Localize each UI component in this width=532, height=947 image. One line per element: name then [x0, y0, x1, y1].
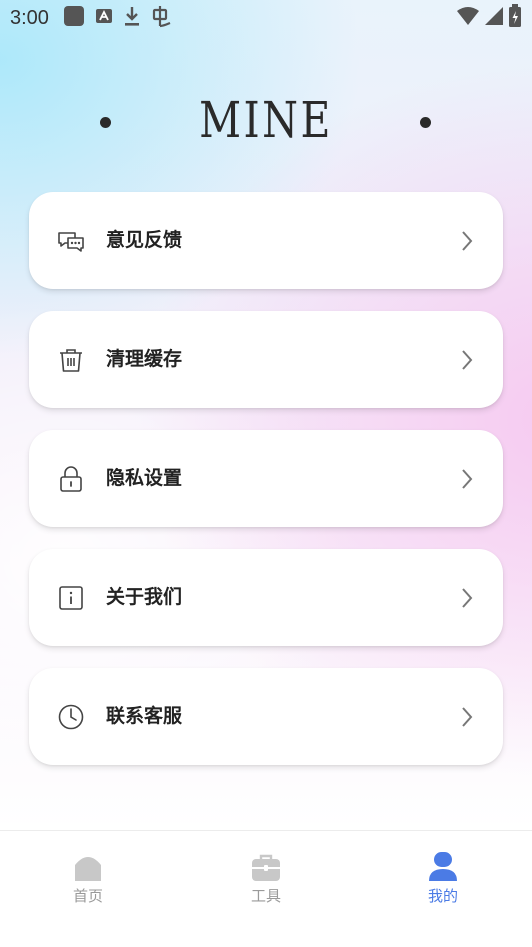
bottom-tab-bar: 首页 工具 我的: [0, 830, 532, 947]
info-icon: [57, 584, 85, 612]
home-icon: [72, 851, 104, 883]
chevron-right-icon: [459, 348, 475, 372]
status-bar: 3:00: [0, 0, 532, 36]
download-icon: [123, 5, 141, 31]
feedback-chat-icon: [57, 227, 85, 255]
settings-menu: 意见反馈 清理缓存 隐私设置 关于我们 联系客服: [29, 192, 503, 787]
menu-item-contact-support[interactable]: 联系客服: [29, 668, 503, 765]
battery-icon: [508, 4, 522, 32]
tab-label: 我的: [427, 887, 458, 905]
title-dot-right: [420, 117, 431, 128]
menu-item-label: 隐私设置: [106, 467, 183, 489]
menu-item-about-us[interactable]: 关于我们: [29, 549, 503, 646]
lock-icon: [57, 465, 85, 493]
menu-item-label: 联系客服: [106, 705, 183, 727]
user-icon: [427, 851, 459, 883]
bug-icon: [151, 4, 173, 32]
menu-item-feedback[interactable]: 意见反馈: [29, 192, 503, 289]
tab-home[interactable]: 首页: [28, 851, 148, 906]
menu-item-label: 关于我们: [106, 586, 183, 608]
app-square-icon: [63, 5, 85, 31]
menu-item-privacy[interactable]: 隐私设置: [29, 430, 503, 527]
tab-label: 首页: [72, 887, 103, 905]
trash-icon: [57, 346, 85, 374]
menu-item-label: 清理缓存: [106, 348, 183, 370]
clock-icon: [57, 703, 85, 731]
title-row: MINE: [0, 90, 532, 154]
signal-icon: [484, 6, 504, 30]
a-badge-icon: [95, 7, 113, 29]
status-time: 3:00: [10, 6, 49, 29]
tab-label: 工具: [250, 887, 281, 905]
menu-item-label: 意见反馈: [106, 229, 183, 251]
menu-item-clear-cache[interactable]: 清理缓存: [29, 311, 503, 408]
chevron-right-icon: [459, 467, 475, 491]
status-right-group: [456, 4, 522, 32]
tab-mine[interactable]: 我的: [383, 851, 503, 906]
tab-tools[interactable]: 工具: [206, 851, 326, 906]
wifi-icon: [456, 6, 480, 30]
chevron-right-icon: [459, 705, 475, 729]
toolbox-icon: [250, 851, 282, 883]
page-title: MINE: [199, 91, 333, 149]
chevron-right-icon: [459, 586, 475, 610]
chevron-right-icon: [459, 229, 475, 253]
